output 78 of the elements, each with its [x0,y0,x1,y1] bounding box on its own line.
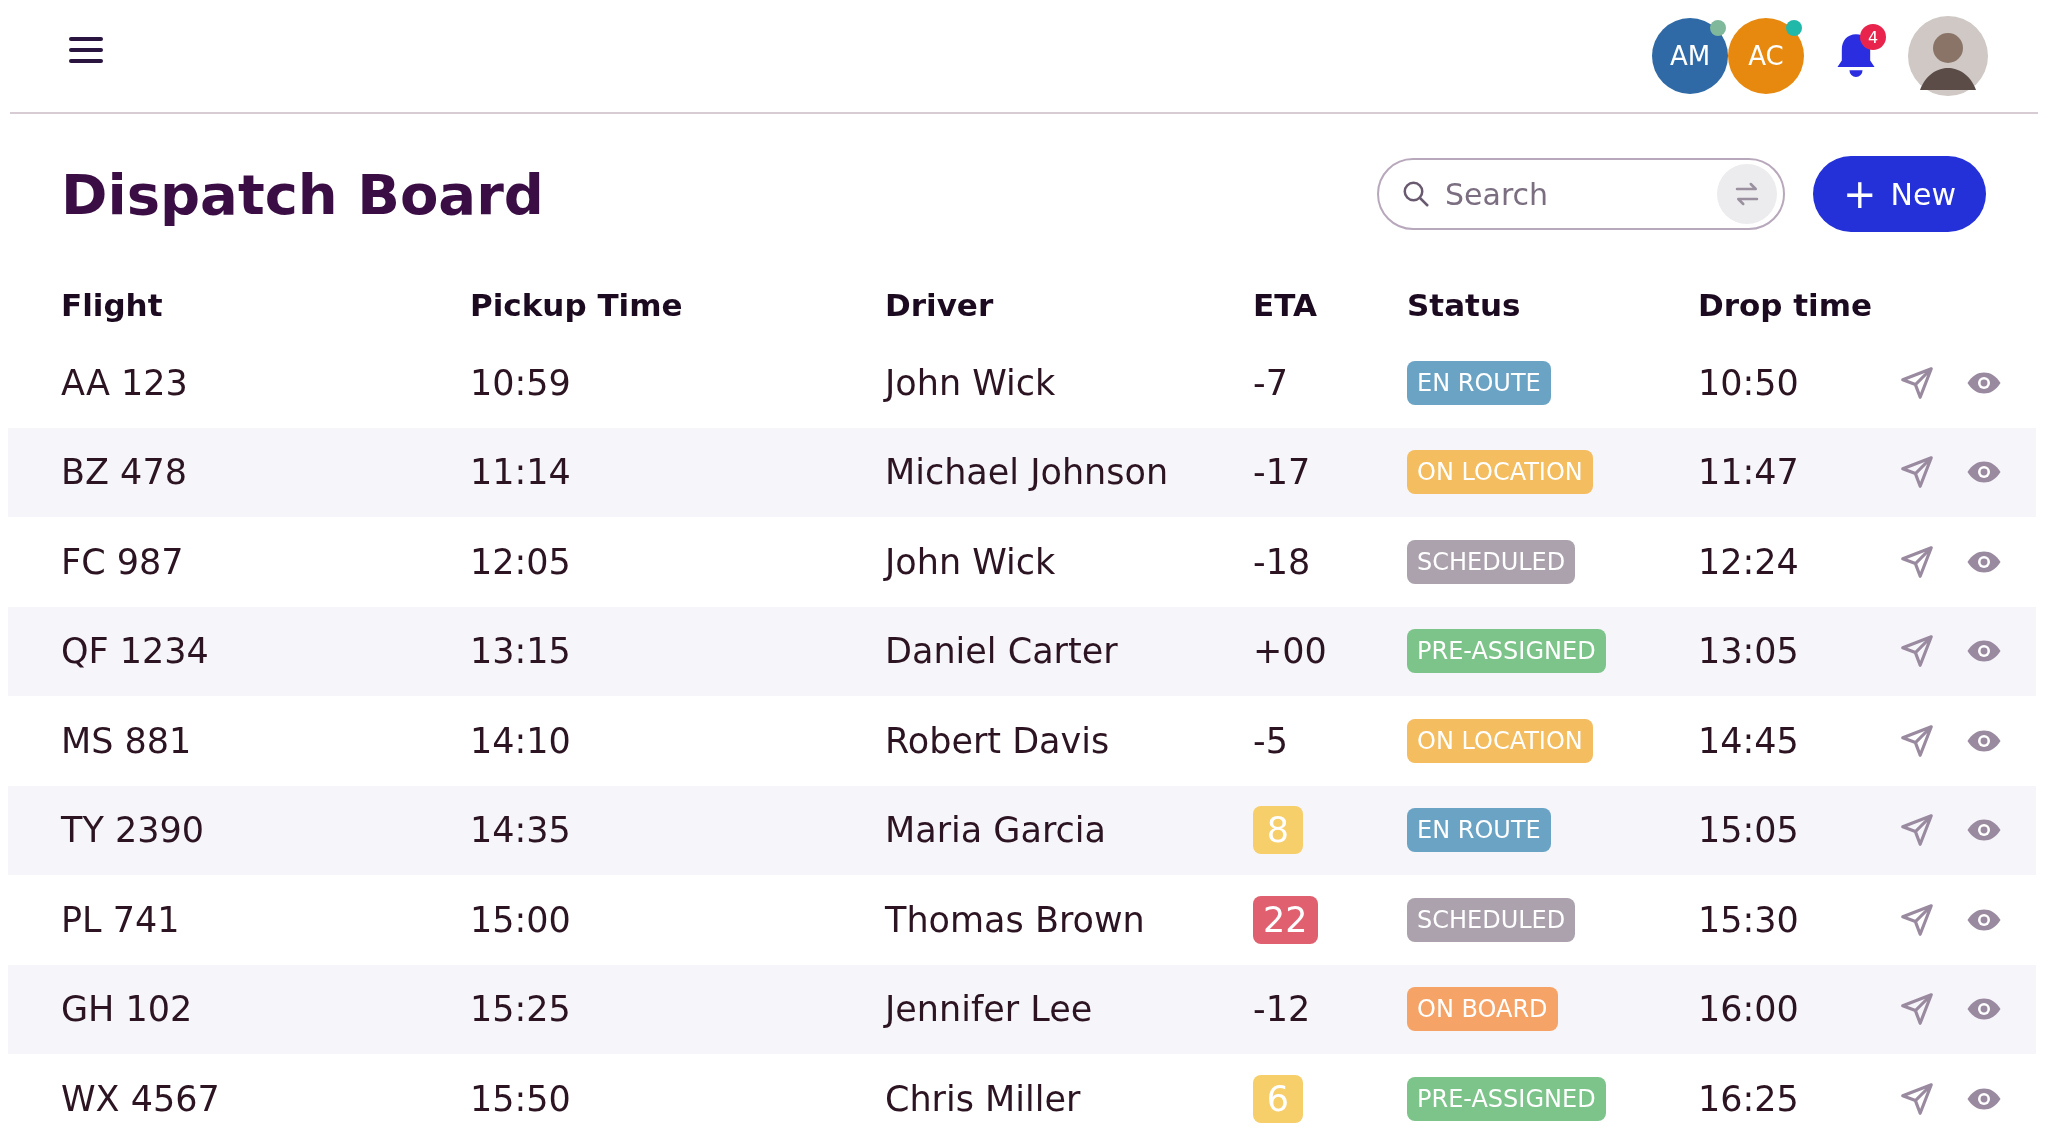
column-header: ETA [1253,287,1318,323]
table-cell-text: Maria Garcia [885,810,1107,851]
table-cell-text: Daniel Carter [885,631,1119,672]
table-cell-text: John Wick [885,541,1057,582]
eta-value: -12 [1253,989,1311,1030]
eye-icon[interactable] [1966,728,2002,753]
plus-icon: + [1843,174,1877,214]
new-button[interactable]: + New [1813,156,1986,232]
table-cell-text: TY 2390 [61,810,205,851]
notification-badge: 4 [1860,24,1886,50]
eta-value: 6 [1253,1074,1303,1123]
table-cell-text: Chris Miller [885,1078,1082,1119]
eta-value: 22 [1253,895,1318,944]
eye-icon[interactable] [1966,907,2002,932]
eye-icon[interactable] [1966,639,2002,664]
status-tag: ON LOCATION [1407,450,1593,495]
eye-icon[interactable] [1966,1086,2002,1111]
table-cell-text: 11:14 [470,452,572,493]
table-cell-text: 15:30 [1698,899,1800,940]
table-cell-text: 14:35 [470,810,572,851]
status-tag: SCHEDULED [1407,539,1576,584]
status-tag: PRE-ASSIGNED [1407,1076,1606,1121]
eye-icon[interactable] [1966,370,2002,395]
table-cell-text: Michael Johnson [885,452,1170,493]
table-cell-text: 15:05 [1698,810,1800,851]
eta-value: +00 [1253,631,1327,672]
table-cell-text: Thomas Brown [885,899,1146,940]
column-header: Pickup Time [470,287,684,323]
table-cell-text: BZ 478 [61,452,188,493]
table-cell-text: 15:25 [470,989,572,1030]
table-cell-text: 10:59 [470,362,572,403]
column-header: Status [1407,287,1522,323]
column-header: Driver [885,287,995,323]
status-tag: EN ROUTE [1407,360,1551,405]
column-header: Flight [61,287,164,323]
table-cell-text: MS 881 [61,720,193,761]
table-cell-text: 15:50 [470,1078,572,1119]
table-cell-text: 14:45 [1698,720,1800,761]
table-cell-text: 15:00 [470,899,572,940]
table-cell-text: 12:05 [470,541,572,582]
table-cell-text: 11:47 [1698,452,1800,493]
status-tag: ON BOARD [1407,987,1558,1032]
table-cell-text: 14:10 [470,720,572,761]
status-tag: SCHEDULED [1407,897,1576,942]
table-cell-text: 10:50 [1698,362,1800,403]
eta-value: 8 [1253,806,1303,855]
avatar[interactable]: AM [1652,18,1728,94]
search-bar[interactable]: Search [1377,158,1786,230]
column-header: Drop time [1698,287,1874,323]
menu-icon[interactable] [69,35,103,65]
eye-icon[interactable] [1966,460,2002,485]
table-cell-text: PL 741 [61,899,181,940]
page-title: Dispatch Board [61,161,544,227]
eye-icon[interactable] [1966,818,2002,843]
table-cell-text: Jennifer Lee [885,989,1094,1030]
table-cell-text: Robert Davis [885,720,1111,761]
table-cell-text: WX 4567 [61,1078,221,1119]
eta-value: -18 [1253,541,1311,582]
eye-icon[interactable] [1966,997,2002,1022]
eta-value: -7 [1253,362,1288,403]
table-cell-text: AA 123 [61,362,189,403]
eta-value: -5 [1253,720,1288,761]
table-cell-text: 13:15 [470,631,572,672]
table-cell-text: 13:05 [1698,631,1800,672]
table-cell-text: GH 102 [61,989,194,1030]
status-tag: PRE-ASSIGNED [1407,629,1606,674]
table-cell-text: 16:25 [1698,1078,1800,1119]
eta-value: -17 [1253,452,1311,493]
eye-icon[interactable] [1966,549,2002,574]
table-cell-text: QF 1234 [61,631,210,672]
profile-avatar[interactable] [1908,16,1988,96]
status-tag: ON LOCATION [1407,718,1593,763]
swap-button[interactable] [1717,164,1778,224]
table-cell-text: 12:24 [1698,541,1800,582]
table-cell-text: 16:00 [1698,989,1800,1030]
table-cell-text: FC 987 [61,541,185,582]
table-cell-text: John Wick [885,362,1057,403]
status-tag: EN ROUTE [1407,808,1551,853]
